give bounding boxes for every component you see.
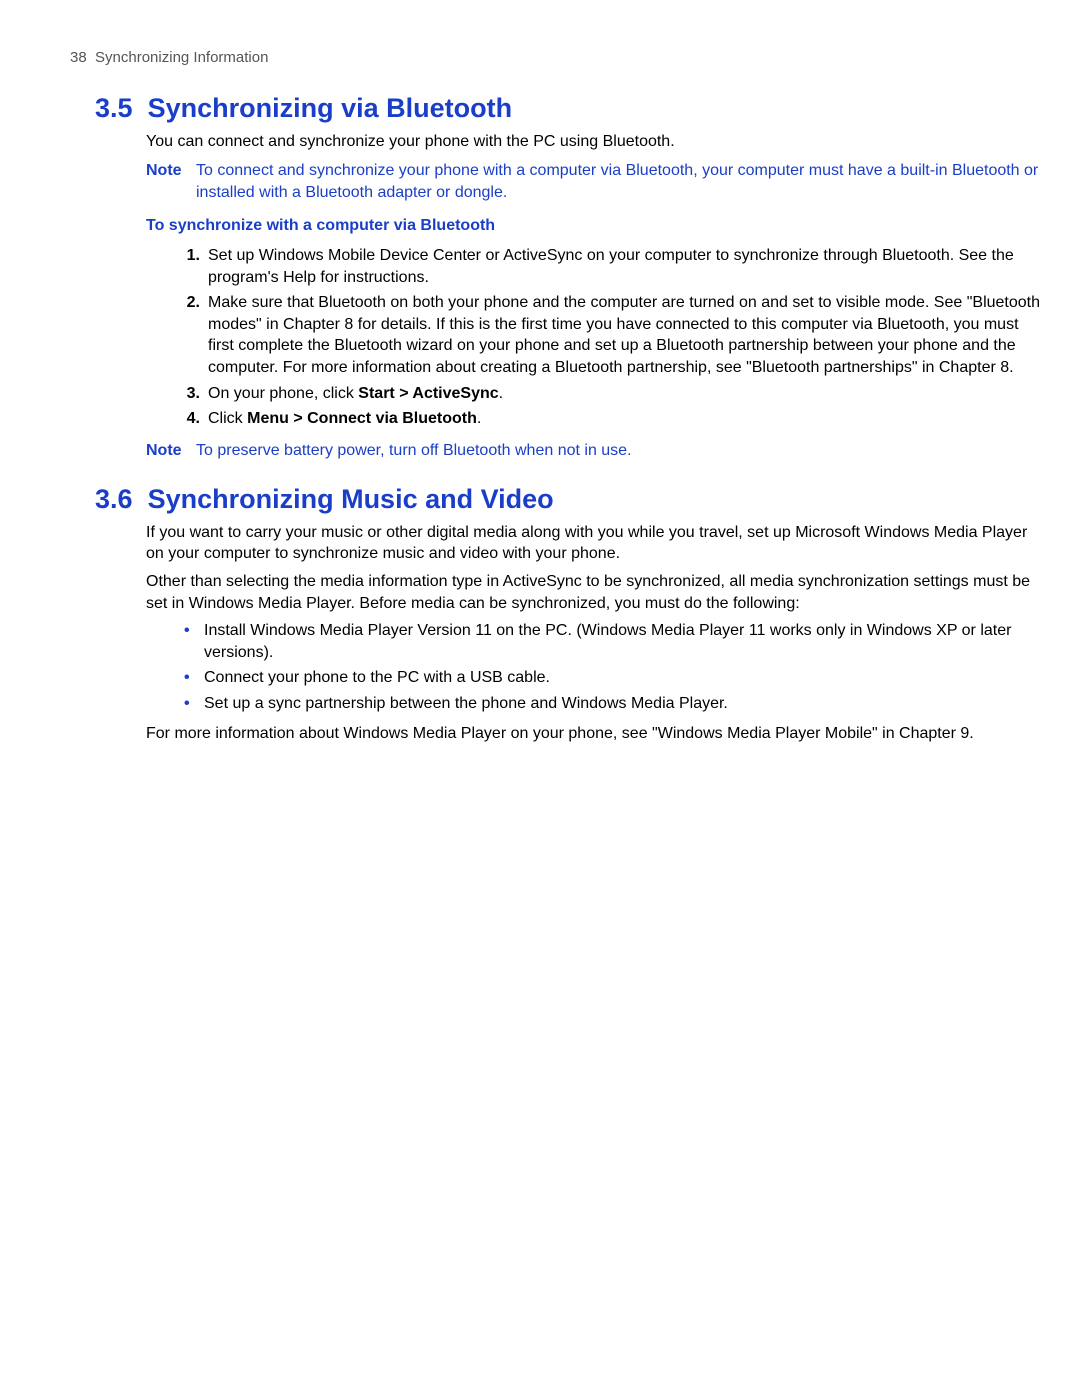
- step-number: 3.: [182, 383, 200, 405]
- section-35-subhead: To synchronize with a computer via Bluet…: [146, 215, 1040, 237]
- section-36-number: 3.6: [95, 484, 133, 514]
- section-36-bullets: • Install Windows Media Player Version 1…: [184, 620, 1040, 714]
- bullet-dot-icon: •: [184, 693, 194, 715]
- bullet-dot-icon: •: [184, 620, 194, 663]
- section-35-heading: 3.5 Synchronizing via Bluetooth: [95, 90, 1040, 126]
- section-35-number: 3.5: [95, 93, 133, 123]
- bullet-text: Connect your phone to the PC with a USB …: [204, 667, 1040, 689]
- note-text: To connect and synchronize your phone wi…: [196, 160, 1040, 203]
- note-text: To preserve battery power, turn off Blue…: [196, 440, 1040, 462]
- section-36-para-3: For more information about Windows Media…: [146, 723, 1040, 745]
- bullet-dot-icon: •: [184, 667, 194, 689]
- bullet-2: • Connect your phone to the PC with a US…: [184, 667, 1040, 689]
- page-header: 38 Synchronizing Information: [70, 48, 1040, 68]
- page-number: 38: [70, 49, 87, 66]
- chapter-title: Synchronizing Information: [95, 49, 268, 66]
- step-text: Set up Windows Mobile Device Center or A…: [208, 245, 1040, 288]
- step-number: 4.: [182, 408, 200, 430]
- section-35-title: Synchronizing via Bluetooth: [148, 93, 513, 123]
- step-text: On your phone, click Start > ActiveSync.: [208, 383, 1040, 405]
- step-number: 2.: [182, 292, 200, 378]
- note-label: Note: [146, 160, 186, 203]
- section-35-note-1: Note To connect and synchronize your pho…: [146, 160, 1040, 203]
- section-35-note-2: Note To preserve battery power, turn off…: [146, 440, 1040, 462]
- step-text: Click Menu > Connect via Bluetooth.: [208, 408, 1040, 430]
- step-3: 3. On your phone, click Start > ActiveSy…: [182, 383, 1040, 405]
- section-36-para-2: Other than selecting the media informati…: [146, 571, 1040, 614]
- section-35-steps: 1. Set up Windows Mobile Device Center o…: [182, 245, 1040, 430]
- step-number: 1.: [182, 245, 200, 288]
- step-4: 4. Click Menu > Connect via Bluetooth.: [182, 408, 1040, 430]
- section-36-title: Synchronizing Music and Video: [148, 484, 554, 514]
- section-36-para-1: If you want to carry your music or other…: [146, 522, 1040, 565]
- bullet-text: Install Windows Media Player Version 11 …: [204, 620, 1040, 663]
- bullet-1: • Install Windows Media Player Version 1…: [184, 620, 1040, 663]
- step-text: Make sure that Bluetooth on both your ph…: [208, 292, 1040, 378]
- section-36-heading: 3.6 Synchronizing Music and Video: [95, 481, 1040, 517]
- section-35-intro: You can connect and synchronize your pho…: [146, 131, 1040, 153]
- note-label: Note: [146, 440, 186, 462]
- bullet-text: Set up a sync partnership between the ph…: [204, 693, 1040, 715]
- bullet-3: • Set up a sync partnership between the …: [184, 693, 1040, 715]
- step-2: 2. Make sure that Bluetooth on both your…: [182, 292, 1040, 378]
- step-1: 1. Set up Windows Mobile Device Center o…: [182, 245, 1040, 288]
